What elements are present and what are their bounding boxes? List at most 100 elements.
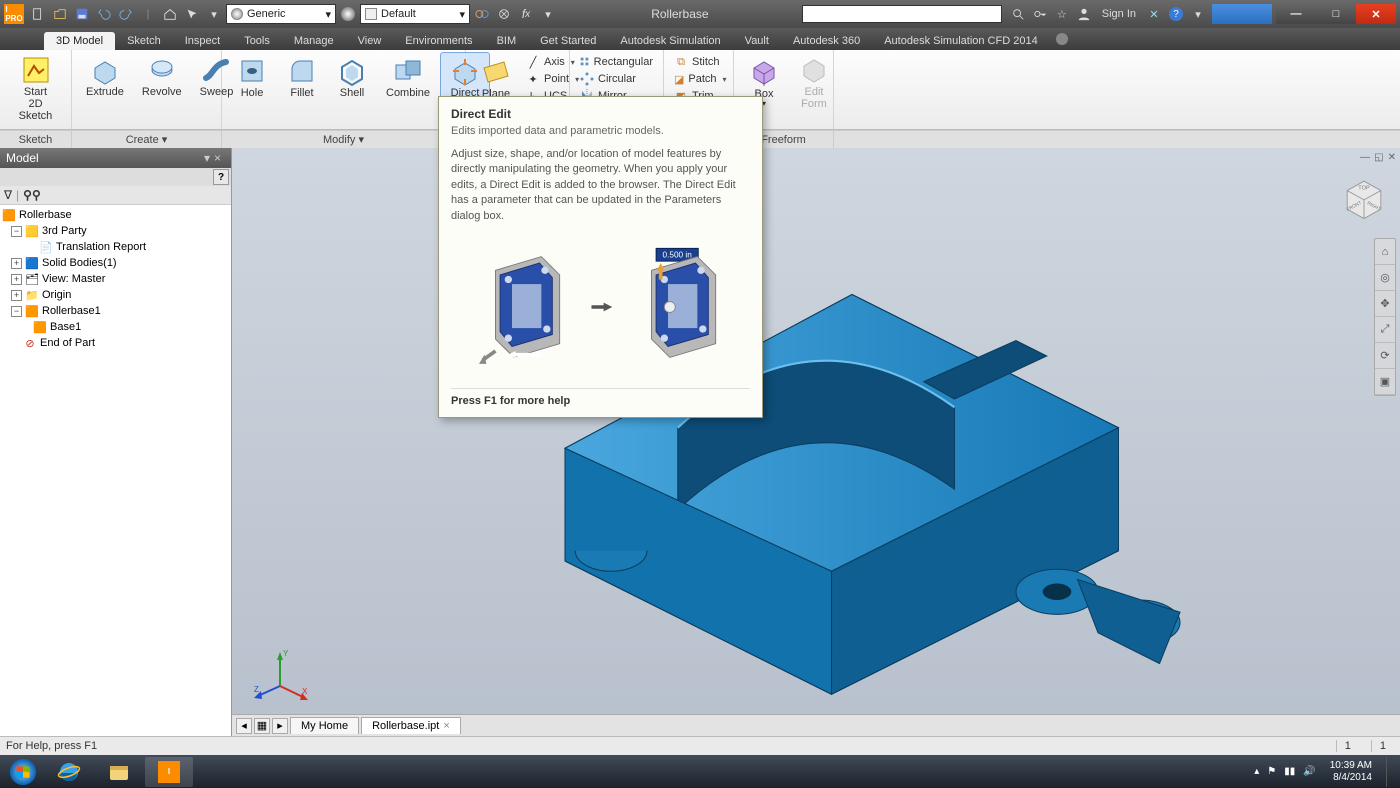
app-logo-icon[interactable]: IPRO xyxy=(4,4,24,24)
qat-dropdown-icon[interactable]: ▾ xyxy=(204,4,224,24)
tree-origin[interactable]: +📁Origin xyxy=(0,287,231,303)
taskbar-explorer-icon[interactable] xyxy=(95,757,143,787)
open-icon[interactable] xyxy=(50,4,70,24)
exchange-icon[interactable]: ✕ xyxy=(1144,4,1164,24)
tree-root[interactable]: 🟧Rollerbase xyxy=(0,207,231,223)
tree-rollerbase1[interactable]: −🟧Rollerbase1 xyxy=(0,303,231,319)
vp-restore-icon[interactable]: ◱ xyxy=(1374,152,1383,163)
ribbon-overflow-icon[interactable] xyxy=(1056,33,1068,45)
tray-flag-icon[interactable]: ⚑ xyxy=(1267,766,1276,777)
tab-sketch[interactable]: Sketch xyxy=(115,32,173,50)
taskbar-clock[interactable]: 10:39 AM 8/4/2014 xyxy=(1324,760,1378,784)
tab-view[interactable]: View xyxy=(346,32,394,50)
start-button[interactable] xyxy=(2,757,44,787)
tab-manage[interactable]: Manage xyxy=(282,32,346,50)
vp-min-icon[interactable]: — xyxy=(1360,152,1370,163)
nav-zoom-icon[interactable]: ⤢ xyxy=(1375,317,1395,343)
revolve-button[interactable]: Revolve xyxy=(134,52,190,100)
browser-close-icon[interactable]: × xyxy=(214,151,221,165)
ribbon-dd-icon[interactable]: ▾ xyxy=(1188,4,1208,24)
new-icon[interactable] xyxy=(28,4,48,24)
expand-icon[interactable]: + xyxy=(11,258,22,269)
tab-inspect[interactable]: Inspect xyxy=(173,32,232,50)
collapse-icon[interactable]: − xyxy=(11,306,22,317)
search-icon[interactable] xyxy=(1008,4,1028,24)
nav-lookat-icon[interactable]: ▣ xyxy=(1375,369,1395,395)
star-icon[interactable]: ☆ xyxy=(1052,4,1072,24)
stitch-button[interactable]: ⧉Stitch xyxy=(670,54,727,70)
vp-close-icon[interactable]: ✕ xyxy=(1388,152,1396,163)
browser-help-icon[interactable]: ? xyxy=(213,169,229,185)
taskbar-inventor-icon[interactable]: I xyxy=(145,757,193,787)
tree-translation-report[interactable]: 📄Translation Report xyxy=(0,239,231,255)
tree-view-master[interactable]: +🗂View: Master xyxy=(0,271,231,287)
tab-bim[interactable]: BIM xyxy=(485,32,529,50)
tab-rollerbase[interactable]: Rollerbase.ipt× xyxy=(361,717,461,734)
browser-tree[interactable]: 🟧Rollerbase −🟨3rd Party 📄Translation Rep… xyxy=(0,205,231,736)
nav-orbit-icon[interactable]: ⟳ xyxy=(1375,343,1395,369)
start-2d-sketch-button[interactable]: Start 2D Sketch xyxy=(6,52,65,124)
tree-end-of-part[interactable]: ⊘End of Part xyxy=(0,335,231,351)
nav-pan-icon[interactable]: ✥ xyxy=(1375,291,1395,317)
patch-button[interactable]: ◪Patch xyxy=(670,71,727,87)
tab-cfd[interactable]: Autodesk Simulation CFD 2014 xyxy=(872,32,1049,50)
tray-volume-icon[interactable]: 🔊 xyxy=(1303,766,1315,777)
view-cube[interactable]: TOP FRONT RIGHT xyxy=(1336,170,1392,226)
nav-bar[interactable]: ⌂ ◎ ✥ ⤢ ⟳ ▣ xyxy=(1374,238,1396,396)
appearance-swatch-icon[interactable] xyxy=(338,4,358,24)
taskbar-ie-icon[interactable] xyxy=(45,757,93,787)
tray-network-icon[interactable]: ▮▮ xyxy=(1284,766,1295,777)
expand-icon[interactable]: + xyxy=(11,290,22,301)
tab-close-icon[interactable]: × xyxy=(443,720,449,732)
sign-in-link[interactable]: Sign In xyxy=(1102,8,1136,20)
tab-simulation[interactable]: Autodesk Simulation xyxy=(608,32,732,50)
nav-steering-icon[interactable]: ◎ xyxy=(1375,265,1395,291)
close-button[interactable]: ✕ xyxy=(1356,4,1396,24)
rectangular-button[interactable]: Rectangular xyxy=(576,54,657,70)
panel-label-create[interactable]: Create ▾ xyxy=(72,131,222,148)
user-icon[interactable] xyxy=(1074,4,1094,24)
shell-button[interactable]: Shell xyxy=(328,52,376,102)
maximize-button[interactable]: □ xyxy=(1316,4,1356,24)
key-icon[interactable] xyxy=(1030,4,1050,24)
combine-button[interactable]: Combine xyxy=(378,52,438,102)
tab-vault[interactable]: Vault xyxy=(733,32,781,50)
tree-solid-bodies[interactable]: +🟦Solid Bodies(1) xyxy=(0,255,231,271)
browser-dropdown-icon[interactable]: ▾ xyxy=(204,151,210,165)
show-desktop-button[interactable] xyxy=(1386,757,1394,787)
tab-nav-prev-icon[interactable]: ◂ xyxy=(236,718,252,734)
home-icon[interactable] xyxy=(160,4,180,24)
tree-base1[interactable]: 🟧Base1 xyxy=(0,319,231,335)
save-icon[interactable] xyxy=(72,4,92,24)
qat-more-icon[interactable]: ▾ xyxy=(538,4,558,24)
tab-get-started[interactable]: Get Started xyxy=(528,32,608,50)
redo-icon[interactable] xyxy=(116,4,136,24)
select-icon[interactable] xyxy=(182,4,202,24)
tab-a360[interactable]: Autodesk 360 xyxy=(781,32,872,50)
adjust-icon[interactable] xyxy=(472,4,492,24)
tree-3rd-party[interactable]: −🟨3rd Party xyxy=(0,223,231,239)
collapse-icon[interactable]: − xyxy=(11,226,22,237)
find-icon[interactable]: ⚲⚲ xyxy=(23,188,41,202)
undo-icon[interactable] xyxy=(94,4,114,24)
viewport[interactable]: — ◱ ✕ xyxy=(232,148,1400,736)
help-icon[interactable]: ? xyxy=(1166,4,1186,24)
circular-button[interactable]: Circular xyxy=(576,71,657,87)
tab-tools[interactable]: Tools xyxy=(232,32,282,50)
panel-label-modify[interactable]: Modify ▾ xyxy=(222,131,466,148)
tray-up-icon[interactable]: ▴ xyxy=(1254,766,1259,777)
tab-3d-model[interactable]: 3D Model xyxy=(44,32,115,50)
expand-icon[interactable]: + xyxy=(11,274,22,285)
tab-grid-icon[interactable]: ▦ xyxy=(254,718,270,734)
fillet-button[interactable]: Fillet xyxy=(278,52,326,102)
extrude-button[interactable]: Extrude xyxy=(78,52,132,100)
minimize-button[interactable]: — xyxy=(1276,4,1316,24)
search-input[interactable] xyxy=(802,5,1002,23)
fx-icon[interactable]: fx xyxy=(516,4,536,24)
tab-environments[interactable]: Environments xyxy=(393,32,484,50)
appearance-dropdown[interactable]: Default▾ xyxy=(360,4,470,24)
tab-nav-next-icon[interactable]: ▸ xyxy=(272,718,288,734)
tab-my-home[interactable]: My Home xyxy=(290,717,359,734)
filter-icon[interactable]: ∇ xyxy=(4,188,12,202)
clear-icon[interactable] xyxy=(494,4,514,24)
